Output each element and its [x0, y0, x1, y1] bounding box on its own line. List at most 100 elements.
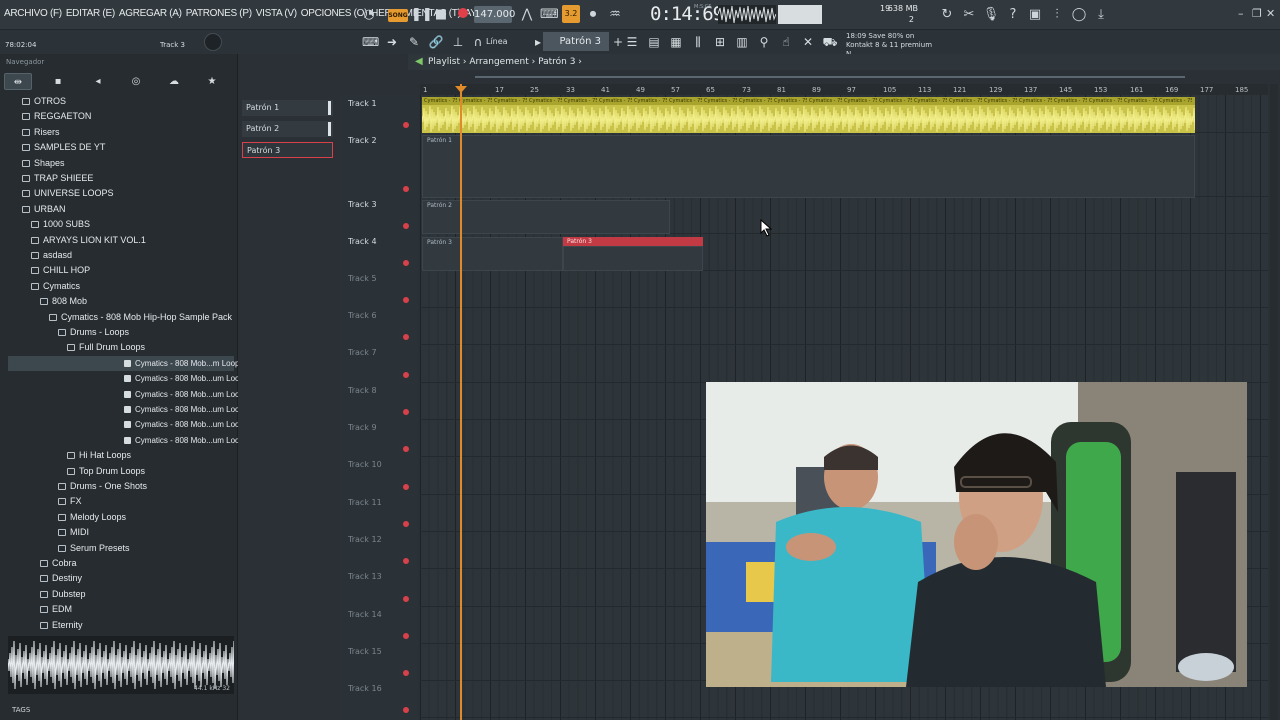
- track-mute-indicator[interactable]: [403, 521, 409, 527]
- all-files-tab[interactable]: ⇹: [4, 73, 32, 90]
- track-name[interactable]: Track 12: [348, 535, 382, 544]
- wait-input-icon[interactable]: ⌨: [540, 6, 559, 24]
- pattern-clip-track4-b-body[interactable]: [563, 246, 703, 271]
- browser-folder-item[interactable]: Drums - One Shots: [58, 479, 147, 494]
- track-mute-indicator[interactable]: [403, 707, 409, 713]
- browser-file-item[interactable]: Cymatics - 808 Mob...um Loop 6 - 175 BPM: [124, 433, 238, 448]
- download-icon[interactable]: ⤓: [1092, 6, 1110, 24]
- browser-folder-item[interactable]: CHILL HOP: [31, 263, 90, 278]
- track-name[interactable]: Track 13: [348, 572, 382, 581]
- browser-folder-item[interactable]: asdasd: [31, 248, 72, 263]
- browser-folder-item[interactable]: Serum Presets: [58, 541, 130, 556]
- track-name[interactable]: Track 8: [348, 386, 377, 395]
- track-name[interactable]: Track 6: [348, 311, 377, 320]
- browser-folder-item[interactable]: 1000 SUBS: [31, 217, 90, 232]
- step-edit-icon[interactable]: ♒: [606, 6, 624, 24]
- master-volume-meter[interactable]: [778, 5, 822, 24]
- browser-file-item[interactable]: Cymatics - 808 Mob...um Loop 3 - 140 BPM: [124, 387, 238, 402]
- pause-button[interactable]: ❚❚: [411, 6, 433, 24]
- link-icon[interactable]: 🔗: [428, 34, 444, 50]
- picker-pattern-2[interactable]: Patrón 2: [242, 121, 333, 137]
- track-mute-indicator[interactable]: [403, 122, 409, 128]
- save-icon[interactable]: ▣: [1026, 6, 1044, 24]
- browser-file-item[interactable]: Cymatics - 808 Mob...um Loop 5 - 150 BPM: [124, 417, 238, 432]
- record-button[interactable]: [458, 8, 468, 18]
- help-icon[interactable]: ?: [1004, 6, 1022, 24]
- mic-icon[interactable]: 🎙: [982, 6, 1000, 24]
- plugins-tab[interactable]: ◂: [84, 73, 112, 90]
- browser-folder-item[interactable]: SAMPLES DE YT: [22, 140, 105, 155]
- database-tab[interactable]: ◎: [122, 73, 150, 90]
- track-name[interactable]: Track 16: [348, 684, 382, 693]
- track-mute-indicator[interactable]: [403, 186, 409, 192]
- track-name[interactable]: Track 2: [348, 136, 377, 145]
- tempo-display[interactable]: 147.000: [474, 6, 515, 23]
- browser-folder-item[interactable]: Risers: [22, 125, 60, 140]
- browser-folder-item[interactable]: TRAP SHIEEE: [22, 171, 93, 186]
- loop-record-icon[interactable]: ⏺: [584, 6, 602, 24]
- track-mute-indicator[interactable]: [403, 558, 409, 564]
- project-tab[interactable]: ▪: [44, 73, 72, 90]
- pattern-clip-track4-b[interactable]: Patrón 3: [563, 237, 703, 246]
- browser-folder-item[interactable]: URBAN: [22, 202, 66, 217]
- track-name[interactable]: Track 10: [348, 460, 382, 469]
- track-name[interactable]: Track 15: [348, 647, 382, 656]
- pattern-selector[interactable]: Patrón 3: [543, 32, 609, 51]
- track-name[interactable]: Track 11: [348, 498, 382, 507]
- browser-folder-item[interactable]: OTROS: [22, 94, 66, 109]
- browser-folder-item[interactable]: Melody Loops: [58, 510, 126, 525]
- menu-item[interactable]: PATRONES (P): [186, 8, 252, 19]
- timeline-ruler[interactable]: 1 17 25 33 41 49 57 65 73 81 89 97 105 113 121 129 137 14…: [420, 84, 1268, 95]
- restore-icon[interactable]: ❐: [1252, 7, 1262, 20]
- browser-folder-item[interactable]: REGGAETON: [22, 109, 91, 124]
- cut-icon[interactable]: ✂: [960, 6, 978, 24]
- browser-view-icon[interactable]: ▥: [734, 34, 750, 50]
- snap-countdown-button[interactable]: 3.2: [562, 5, 580, 23]
- browser-folder-item[interactable]: FX: [58, 494, 82, 509]
- magnet-icon[interactable]: ∩: [470, 34, 486, 50]
- menu-item[interactable]: AGREGAR (A): [119, 8, 182, 19]
- plugin-icon[interactable]: ⚲: [756, 34, 772, 50]
- undo-icon[interactable]: ↻: [938, 6, 956, 24]
- menu-item[interactable]: EDITAR (E): [66, 8, 115, 19]
- track-mute-indicator[interactable]: [403, 484, 409, 490]
- browser-folder-item[interactable]: Eternity: [40, 618, 83, 630]
- browser-file-item[interactable]: Cymatics - 808 Mob...um Loop 2 - 90 BPM: [124, 371, 238, 386]
- pattern-clip-track2[interactable]: Patrón 1: [422, 135, 1195, 198]
- song-mode-button[interactable]: SONG: [388, 9, 408, 22]
- loop-range[interactable]: [475, 76, 1185, 78]
- sample-preview-waveform[interactable]: 44.1 kHz 32: [7, 636, 236, 694]
- stamp-icon[interactable]: ⊥: [450, 34, 466, 50]
- audio-clip-track1[interactable]: Cymatics - 75 BPMCymatics - 75 BPMCymati…: [422, 97, 1195, 133]
- track-mute-indicator[interactable]: [403, 223, 409, 229]
- menu-item[interactable]: ARCHIVO (F): [4, 8, 62, 19]
- menu-item[interactable]: VISTA (V): [256, 8, 297, 19]
- browser-file-item[interactable]: Cymatics - 808 Mob...um Loop 4 - 150 BPM: [124, 402, 238, 417]
- track-mute-indicator[interactable]: [403, 446, 409, 452]
- song-time-display[interactable]: 0:14:69: [650, 3, 724, 25]
- browser-folder-item[interactable]: Full Drum Loops: [67, 340, 145, 355]
- wrench-icon[interactable]: ✕: [800, 34, 816, 50]
- snap-mode-label[interactable]: Línea: [486, 37, 508, 46]
- track-name[interactable]: Track 14: [348, 610, 382, 619]
- playhead-marker[interactable]: [455, 86, 467, 93]
- piano-roll-icon[interactable]: ▤: [646, 34, 662, 50]
- mixer-icon[interactable]: ⫶: [1048, 6, 1066, 24]
- arrow-right-icon[interactable]: ➜: [384, 34, 400, 50]
- cart-icon[interactable]: ⛟: [822, 34, 838, 50]
- minimize-icon[interactable]: –: [1238, 7, 1244, 20]
- mixer-view-icon[interactable]: ⫼: [690, 34, 706, 50]
- track-name[interactable]: Track 5: [348, 274, 377, 283]
- picker-pattern-3[interactable]: Patrón 3: [242, 142, 333, 158]
- track-mute-indicator[interactable]: [403, 334, 409, 340]
- menu-item[interactable]: OPCIONES (O): [301, 8, 368, 19]
- track-mute-indicator[interactable]: [403, 297, 409, 303]
- playhead[interactable]: [460, 84, 462, 720]
- track-name[interactable]: Track 3: [348, 200, 377, 209]
- touch-icon[interactable]: ☝: [778, 34, 794, 50]
- keyboard-icon[interactable]: ⌨: [362, 34, 379, 50]
- browser-file-item[interactable]: Cymatics - 808 Mob...m Loop 1 - 75 BPM: [8, 355, 238, 371]
- track-name[interactable]: Track 4: [348, 237, 377, 246]
- track-mute-indicator[interactable]: [403, 596, 409, 602]
- channel-rack-icon[interactable]: ▦: [668, 34, 684, 50]
